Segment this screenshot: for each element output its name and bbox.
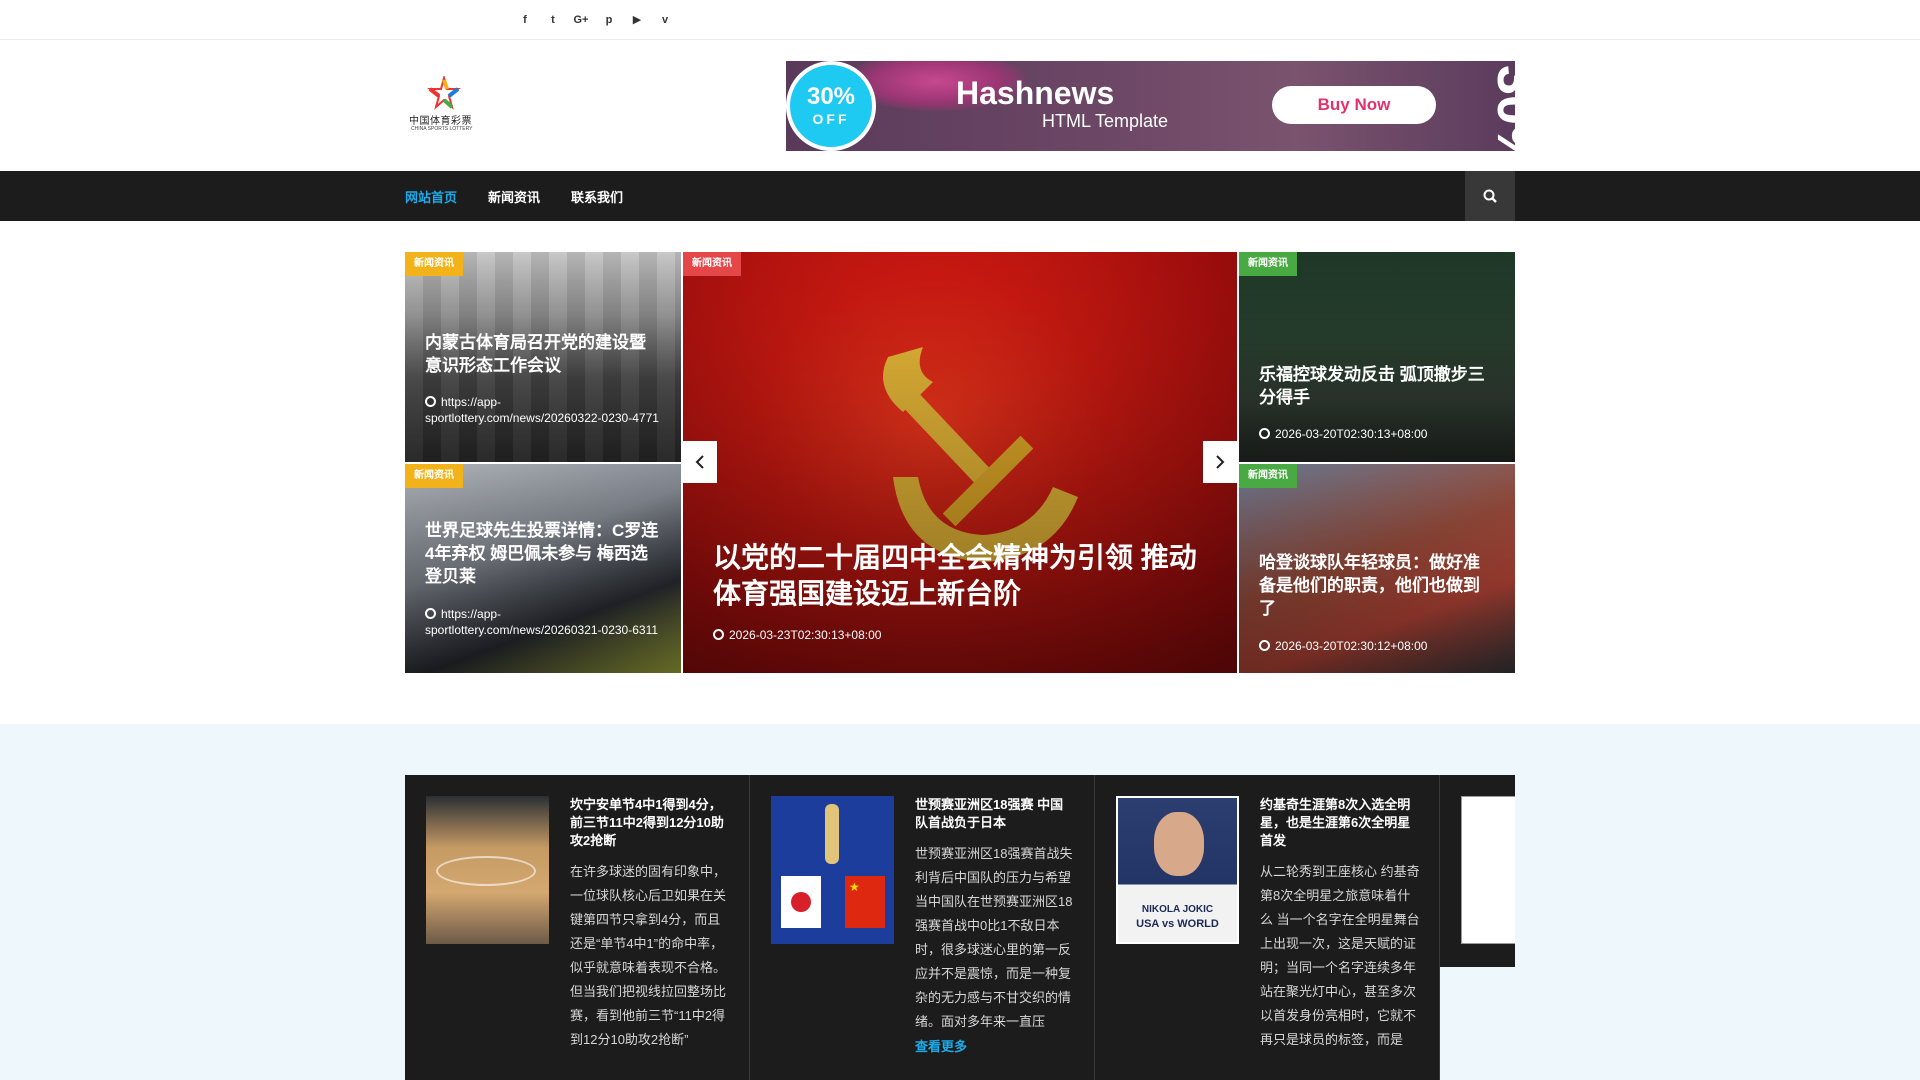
hero-card-right-bottom[interactable]: 新闻资讯 哈登谈球队年轻球员：做好准备是他们的职责，他们也做到了 2026-03… [1239,464,1515,673]
news-carousel: 坎宁安单节4中1得到4分，前三节11中2得到12分10助攻2抢断 在许多球迷的固… [405,775,1515,1080]
news-body: 约基奇生涯第8次入选全明星，也是生涯第6次全明星首发 从二轮秀到王座核心 约基奇… [1260,796,1420,1052]
logo-text-cn: 中国体育彩票 [409,116,472,127]
nav-item-home[interactable]: 网站首页 [405,187,457,206]
hero-card-center[interactable]: 新闻资讯 以党的二十届四中全会精神为引领 推动体育强国建设迈上新台阶 2026-… [683,252,1237,673]
china-flag: ★ [845,876,885,928]
news-excerpt: 从二轮秀到王座核心 约基奇第8次全明星之旅意味着什么 当一个名字在全明星舞台上出… [1260,864,1420,1047]
nav-items: 网站首页 新闻资讯 联系我们 [405,171,623,221]
category-tag[interactable]: 新闻资讯 [1239,464,1297,488]
youtube-icon[interactable]: ▶ [629,12,645,28]
news-thumbnail[interactable]: NIKOLA JOKIC USA vs WORLD [1116,796,1239,944]
banner-brand: Hashnews [956,75,1115,111]
social-links: f t G+ p ▶ v [517,12,673,28]
hero-meta-text: https://app-sportlottery.com/news/202603… [425,607,659,638]
news-card[interactable]: ★ 世预赛亚洲区18强赛 中国队首战负于日本 世预赛亚洲区18强赛首战失利背后中… [750,775,1095,1080]
chevron-left-icon [695,455,704,469]
facebook-icon[interactable]: f [517,12,533,28]
search-button[interactable] [1465,171,1515,221]
thumb-caption-bottom: USA vs WORLD [1136,918,1219,930]
news-card[interactable]: NIKOLA JOKIC USA vs WORLD 约基奇生涯第8次入选全明星，… [1095,775,1440,1080]
hero-title[interactable]: 世界足球先生投票详情：C罗连4年弃权 姆巴佩未参与 梅西选登贝莱 [425,520,661,589]
clock-icon [1259,640,1270,651]
hero-meta-text: https://app-sportlottery.com/news/202603… [425,395,659,426]
news-title[interactable]: 坎宁安单节4中1得到4分，前三节11中2得到12分10助攻2抢断 [570,796,730,850]
nav-item-news[interactable]: 新闻资讯 [488,187,540,206]
ad-banner[interactable]: 30% OFF Hashnews HTML Template Buy Now 3… [786,61,1515,151]
search-icon [1483,189,1497,203]
news-excerpt: 世预赛亚洲区18强赛首战失利背后中国队的压力与希望 当中国队在世预赛亚洲区18强… [915,846,1073,1029]
lottery-star-icon [427,76,461,110]
hero-meta-text: 2026-03-20T02:30:12+08:00 [1275,639,1428,653]
news-thumbnail[interactable]: ★ [771,796,894,944]
news-body: 坎宁安单节4中1得到4分，前三节11中2得到12分10助攻2抢断 在许多球迷的固… [570,796,730,1052]
nav-item-contact[interactable]: 联系我们 [571,187,623,206]
category-tag[interactable]: 新闻资讯 [405,252,463,276]
pinterest-icon[interactable]: p [601,12,617,28]
twitter-icon[interactable]: t [545,12,561,28]
news-excerpt: 在许多球迷的固有印象中，一位球队核心后卫如果在关键第四节只拿到4分，而且还是“单… [570,864,727,1047]
logo-text-en: CHINA SPORTS LOTTERY [411,126,473,132]
hero-meta: 2026-03-20T02:30:13+08:00 [1259,426,1495,442]
news-body: 世预赛亚洲区18强赛 中国队首战负于日本 世预赛亚洲区18强赛首战失利背后中国队… [915,796,1075,1055]
hero-meta: https://app-sportlottery.com/news/202603… [425,606,661,638]
news-card[interactable]: 坎宁安单节4中1得到4分，前三节11中2得到12分10助攻2抢断 在许多球迷的固… [405,775,750,1080]
hero-meta: https://app-sportlottery.com/news/202603… [425,394,661,426]
japan-flag [781,876,821,928]
hero-card-left-bottom[interactable]: 新闻资讯 世界足球先生投票详情：C罗连4年弃权 姆巴佩未参与 梅西选登贝莱 ht… [405,464,681,673]
slider-next-button[interactable] [1203,441,1237,483]
top-bar: f t G+ p ▶ v [0,0,1920,40]
main-nav: 网站首页 新闻资讯 联系我们 [0,171,1920,221]
hero-slider: 新闻资讯 内蒙古体育局召开党的建设暨意识形态工作会议 https://app-s… [405,252,1515,673]
slider-prev-button[interactable] [683,441,717,483]
hero-title[interactable]: 内蒙古体育局召开党的建设暨意识形态工作会议 [425,332,661,378]
hero-meta-text: 2026-03-23T02:30:13+08:00 [729,628,882,642]
player-face [1154,812,1204,876]
category-tag[interactable]: 新闻资讯 [405,464,463,488]
clock-icon [425,396,436,407]
site-header: 中国体育彩票 CHINA SPORTS LOTTERY 30% OFF Hash… [0,40,1920,171]
discount-percent: 30% [806,83,856,110]
china-flag-star: ★ [849,880,860,894]
thumb-caption-top: NIKOLA JOKIC [1141,904,1214,915]
clock-icon [1259,428,1270,439]
clock-icon [713,629,724,640]
news-card-partial[interactable] [1440,775,1515,967]
discount-badge: 30% OFF [786,61,876,151]
hero-title[interactable]: 乐福控球发动反击 弧顶撤步三分得手 [1259,364,1495,410]
court-marking [436,856,536,886]
google-plus-icon[interactable]: G+ [573,12,589,28]
read-more-link[interactable]: 查看更多 [915,1036,1075,1055]
banner-tagline: HTML Template [1042,111,1169,131]
trophy-image [825,804,839,864]
discount-off: OFF [812,111,850,127]
vimeo-icon[interactable]: v [657,12,673,28]
japan-flag-circle [791,892,811,912]
banner-side-percent: 30% [1486,65,1515,151]
hero-meta: 2026-03-20T02:30:12+08:00 [1259,638,1495,654]
hero-title[interactable]: 哈登谈球队年轻球员：做好准备是他们的职责，他们也做到了 [1259,552,1495,621]
site-logo[interactable]: 中国体育彩票 CHINA SPORTS LOTTERY [405,74,483,138]
category-tag[interactable]: 新闻资讯 [1239,252,1297,276]
clock-icon [425,608,436,619]
category-tag[interactable]: 新闻资讯 [683,252,741,276]
buy-now-button[interactable]: Buy Now [1272,86,1436,124]
news-title[interactable]: 约基奇生涯第8次入选全明星，也是生涯第6次全明星首发 [1260,796,1420,850]
hero-title[interactable]: 以党的二十届四中全会精神为引领 推动体育强国建设迈上新台阶 [713,540,1207,612]
hero-card-right-top[interactable]: 新闻资讯 乐福控球发动反击 弧顶撤步三分得手 2026-03-20T02:30:… [1239,252,1515,462]
hero-meta-text: 2026-03-20T02:30:13+08:00 [1275,427,1428,441]
hero-meta: 2026-03-23T02:30:13+08:00 [713,627,1217,643]
chevron-right-icon [1216,455,1225,469]
hero-card-left-top[interactable]: 新闻资讯 内蒙古体育局召开党的建设暨意识形态工作会议 https://app-s… [405,252,681,462]
news-title[interactable]: 世预赛亚洲区18强赛 中国队首战负于日本 [915,796,1075,832]
news-thumbnail[interactable] [426,796,549,944]
broken-image-placeholder [1461,796,1515,944]
